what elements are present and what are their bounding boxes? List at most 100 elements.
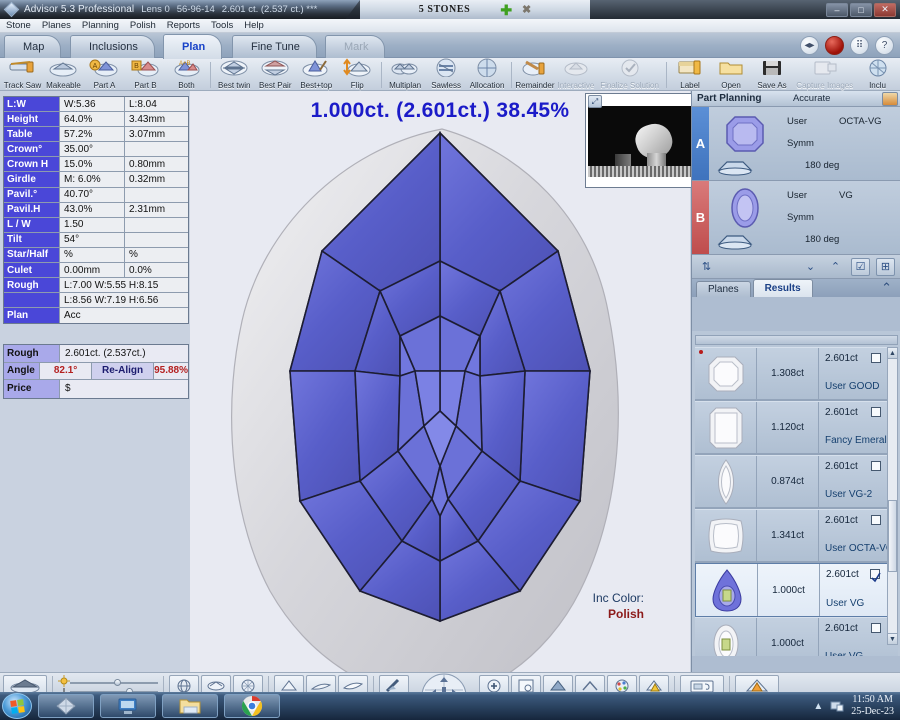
symm-label: Symm	[787, 138, 814, 149]
tool-track-saw[interactable]: Track Saw	[2, 57, 43, 90]
tool-best-pair[interactable]: Best Pair	[255, 57, 296, 90]
tool-label: Finalize Solution	[600, 81, 659, 90]
grid-icon[interactable]: ⠿	[850, 36, 869, 55]
tab-planes[interactable]: Planes	[696, 281, 751, 297]
taskbar-explorer[interactable]	[162, 694, 218, 718]
table-row[interactable]: 1.000ct 2.601ct User VG	[695, 350, 898, 617]
tab-results[interactable]: Results	[752, 279, 813, 297]
camera-preview[interactable]: ⤢	[585, 93, 695, 188]
clock[interactable]: 11:50 AM 25-Dec-23	[851, 694, 894, 718]
results-list[interactable]: 1.308ct 2.601ct User GOOD 1.120ct 2.601c…	[695, 347, 898, 656]
tool-both[interactable]: A+B Both	[166, 57, 207, 90]
maximize-button[interactable]: □	[850, 2, 872, 17]
network-icon[interactable]	[830, 699, 844, 713]
tool-capture-images[interactable]: Capture Images	[793, 57, 858, 90]
table-row[interactable]: 1.120ct 2.601ct Fancy Emerald	[695, 401, 898, 455]
scroll-down-arrow-icon[interactable]: ▼	[888, 633, 897, 644]
table-row[interactable]: 1.000ct 2.601ct User VG	[695, 617, 898, 656]
chevron-down-icon[interactable]: ⌄	[801, 258, 820, 276]
tool-label[interactable]: Label	[670, 57, 711, 90]
rough-weight: 2.601ct	[825, 623, 858, 634]
tool-remainder[interactable]: Remainder	[514, 57, 555, 90]
close-button[interactable]: ✕	[874, 2, 896, 17]
row-checkbox[interactable]	[871, 461, 881, 471]
row-checkbox[interactable]	[871, 353, 881, 363]
tool-inclusions[interactable]: Inclu	[857, 57, 898, 90]
tool-label: Remainder	[515, 81, 555, 90]
part-planning-row-b[interactable]: B User VG Symm 180 deg	[692, 181, 900, 255]
tool-label: Makeable	[46, 81, 81, 90]
tool-flip[interactable]: Flip	[337, 57, 378, 90]
tab-inclusions[interactable]: Inclusions	[70, 35, 155, 58]
results-header-bar	[695, 335, 898, 345]
menu-item-stone[interactable]: Stone	[6, 20, 31, 31]
tool-label: Label	[680, 81, 700, 90]
row-checkbox[interactable]	[871, 515, 881, 525]
document-tab[interactable]: 5 STONES ✚ ✖	[360, 0, 590, 19]
tray-expand-arrow-icon[interactable]: ▲	[813, 701, 823, 712]
tab-plan[interactable]: Plan	[163, 34, 223, 59]
row-checkbox[interactable]	[871, 623, 881, 633]
sort-az-icon[interactable]: ⇅	[697, 258, 716, 276]
pear-cut-icon	[696, 564, 758, 616]
record-indicator[interactable]	[825, 36, 844, 55]
tool-allocation[interactable]: Allocation	[467, 57, 508, 90]
chevron-up-icon[interactable]: ⌃	[881, 280, 892, 296]
check-list-icon[interactable]: ☑	[851, 257, 870, 276]
help-icon[interactable]: ?	[875, 36, 894, 55]
taskbar-scanner-app[interactable]	[100, 694, 156, 718]
tool-label: Best+top	[300, 81, 333, 90]
param-key: Plan	[4, 308, 60, 324]
scroll-up-arrow-icon[interactable]: ▲	[888, 348, 897, 359]
grid-select-icon[interactable]: ⊞	[876, 257, 895, 276]
table-row[interactable]: 1.308ct 2.601ct User GOOD	[695, 347, 898, 401]
table-row[interactable]: 0.874ct 2.601ct User VG-2	[695, 455, 898, 509]
resize-icon[interactable]: ◂▸	[800, 36, 819, 55]
tool-part-a[interactable]: A Part A	[84, 57, 125, 90]
param-row: Star/Half % %	[4, 247, 188, 264]
menu-item-help[interactable]: Help	[244, 20, 264, 31]
price-value[interactable]: $	[60, 380, 188, 398]
cut-description: Fancy Emerald	[825, 435, 893, 446]
tool-finalize-solution[interactable]: Finalize Solution	[596, 57, 662, 90]
taskbar-chrome[interactable]	[224, 694, 280, 718]
eraser-icon[interactable]	[881, 91, 898, 106]
plus-icon[interactable]: ✚	[500, 3, 512, 17]
accurate-label: Accurate	[792, 93, 831, 104]
tool-open[interactable]: Open	[711, 57, 752, 90]
param-value-2: 0.32mm	[125, 172, 188, 187]
re-align-button[interactable]: Re-Align	[92, 362, 155, 379]
table-row[interactable]: 1.341ct 2.601ct User OCTA-VG	[695, 509, 898, 563]
tab-mark[interactable]: Mark	[325, 35, 386, 58]
tab-map[interactable]: Map	[4, 35, 62, 58]
menu-item-tools[interactable]: Tools	[211, 20, 233, 31]
menu-item-reports[interactable]: Reports	[167, 20, 200, 31]
expand-icon[interactable]: ⤢	[588, 95, 602, 108]
tab-fine-tune[interactable]: Fine Tune	[232, 35, 317, 58]
row-checkbox[interactable]	[870, 569, 881, 583]
results-scrollbar[interactable]: ▲ ▼	[887, 347, 898, 645]
tool-best-top[interactable]: Best+top	[296, 57, 337, 90]
menu-item-planning[interactable]: Planning	[82, 20, 119, 31]
tool-label: Best Pair	[259, 81, 292, 90]
menu-item-polish[interactable]: Polish	[130, 20, 156, 31]
app-title: Advisor 5.3 Professional	[24, 4, 135, 15]
tool-multiplan[interactable]: Multiplan	[385, 57, 426, 90]
menu-item-planes[interactable]: Planes	[42, 20, 71, 31]
row-checkbox[interactable]	[871, 407, 881, 417]
tool-sawless[interactable]: Sawless	[426, 57, 467, 90]
scrollbar-thumb[interactable]	[888, 500, 897, 572]
tool-part-b[interactable]: B Part B	[125, 57, 166, 90]
part-planning-row-a[interactable]: A User OCTA-VG Symm 180 deg	[692, 107, 900, 181]
tool-best-twin[interactable]: Best twin	[214, 57, 255, 90]
param-value-1: 64.0%	[60, 112, 125, 127]
param-value-1: W:5.36	[60, 97, 125, 112]
windows-start-icon[interactable]	[2, 693, 32, 719]
tool-interactive[interactable]: Interactive	[555, 57, 596, 90]
tool-makeable[interactable]: Makeable	[43, 57, 84, 90]
chevron-up-icon[interactable]: ⌃	[826, 258, 845, 276]
tool-save-as[interactable]: Save As	[752, 57, 793, 90]
taskbar-advisor-app[interactable]	[38, 694, 94, 718]
close-icon[interactable]: ✖	[522, 3, 531, 16]
minimize-button[interactable]: –	[826, 2, 848, 17]
